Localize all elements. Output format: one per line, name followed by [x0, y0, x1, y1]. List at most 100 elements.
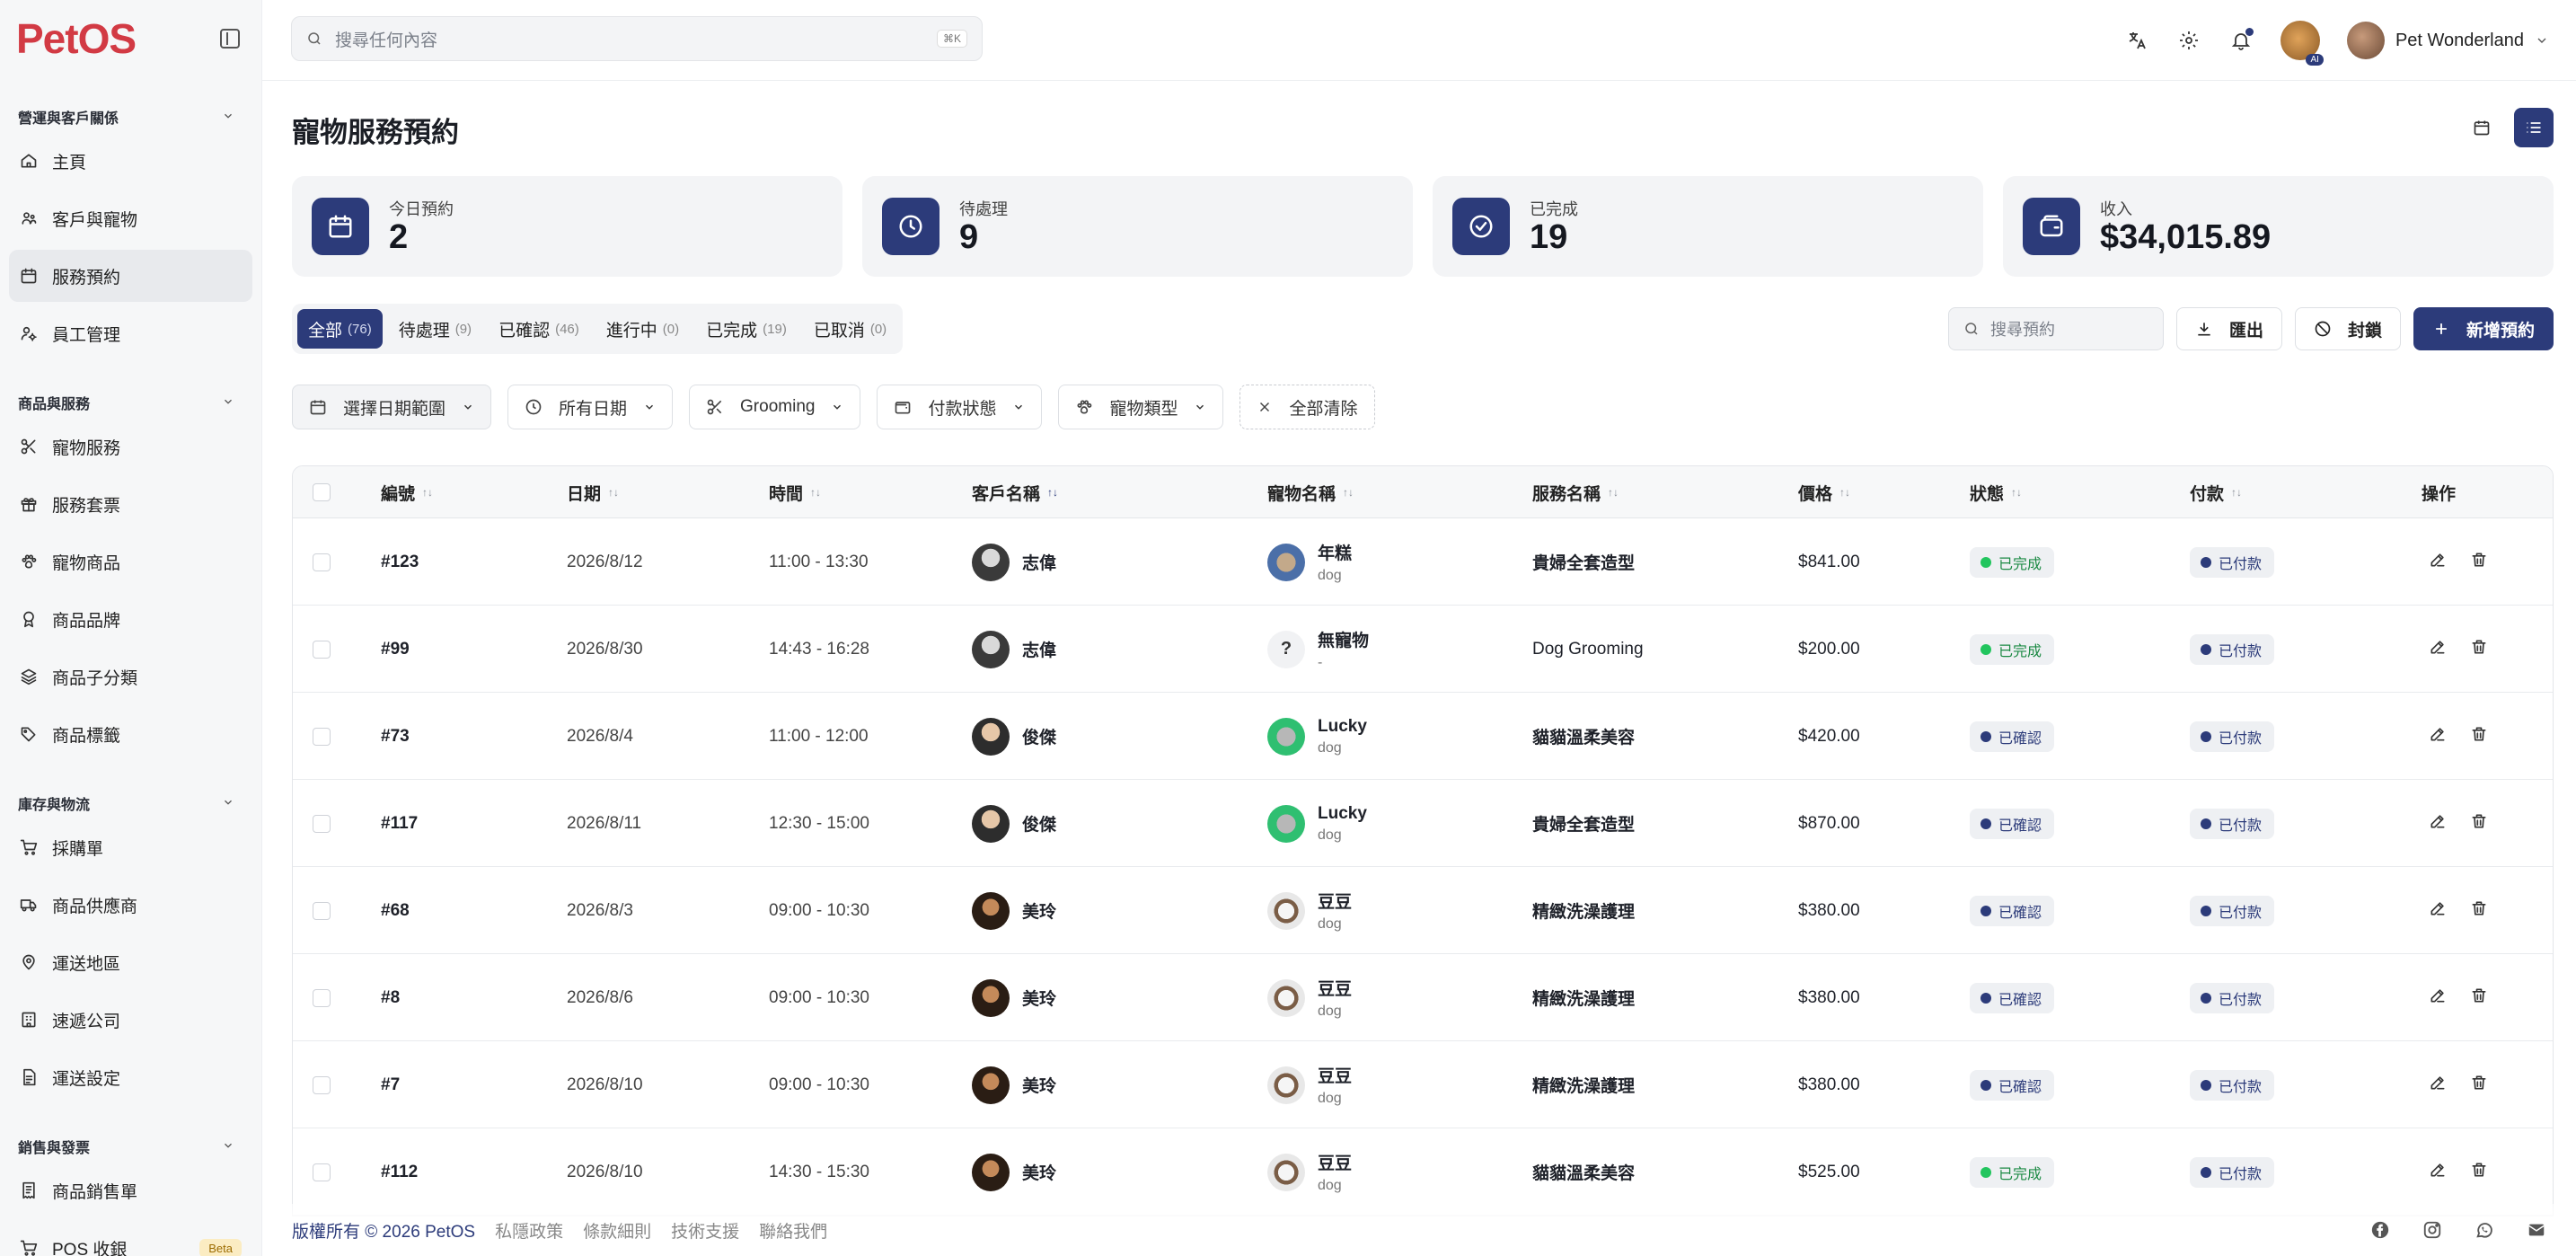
- customer-cell[interactable]: 美玲: [972, 1041, 1056, 1128]
- sidebar-item[interactable]: 寵物服務: [9, 420, 252, 473]
- payment-status-filter[interactable]: 付款狀態: [877, 385, 1043, 429]
- customer-cell[interactable]: 志偉: [972, 606, 1056, 693]
- sidebar-item[interactable]: 服務預約: [9, 250, 252, 302]
- pet-cell[interactable]: Lucky dog: [1267, 780, 1367, 867]
- col-header-status[interactable]: 狀態 ↑↓: [1970, 466, 2022, 518]
- pet-cell[interactable]: 年糕 dog: [1267, 518, 1352, 606]
- user-menu[interactable]: Pet Wonderland: [2346, 22, 2549, 59]
- sidebar-collapse-icon[interactable]: [220, 29, 240, 49]
- trash-icon[interactable]: [2470, 812, 2488, 836]
- edit-icon[interactable]: [2429, 899, 2447, 923]
- booking-id[interactable]: #7: [381, 1041, 400, 1128]
- service-filter[interactable]: Grooming: [689, 385, 861, 429]
- tab[interactable]: 待處理 (9): [388, 309, 482, 349]
- sidebar-item[interactable]: 運送設定: [9, 1051, 252, 1103]
- tab[interactable]: 全部 (76): [297, 309, 383, 349]
- gear-icon[interactable]: [2176, 28, 2201, 53]
- row-checkbox[interactable]: [313, 1128, 331, 1216]
- translate-icon[interactable]: [2124, 28, 2149, 53]
- customer-cell[interactable]: 美玲: [972, 867, 1056, 954]
- pet-cell[interactable]: 豆豆 dog: [1267, 1041, 1352, 1128]
- edit-icon[interactable]: [2429, 551, 2447, 574]
- pet-cell[interactable]: ? 無寵物 -: [1267, 606, 1369, 693]
- petos-logo[interactable]: PetOS: [16, 14, 137, 63]
- sidebar-item[interactable]: 商品品牌: [9, 593, 252, 645]
- block-button[interactable]: 封鎖: [2294, 307, 2401, 350]
- sidebar-item[interactable]: 採購單: [9, 821, 252, 873]
- row-checkbox[interactable]: [313, 606, 331, 693]
- global-search-input[interactable]: 搜尋任何內容 ⌘K: [291, 16, 983, 61]
- bell-icon[interactable]: [2228, 28, 2254, 53]
- edit-icon[interactable]: [2429, 1161, 2447, 1184]
- col-header-id[interactable]: 編號 ↑↓: [381, 466, 433, 518]
- row-checkbox[interactable]: [313, 954, 331, 1041]
- footer-link-contact[interactable]: 聯絡我們: [759, 1218, 827, 1243]
- sidebar-item[interactable]: 商品子分類: [9, 650, 252, 703]
- table-row[interactable]: #99 2026/8/30 14:43 - 16:28 志偉 ? 無寵物 - D…: [293, 606, 2553, 693]
- sidebar-item[interactable]: POS 收銀 Beta: [9, 1222, 252, 1256]
- ai-assistant-avatar[interactable]: AI: [2280, 21, 2324, 66]
- col-header-price[interactable]: 價格 ↑↓: [1798, 466, 1850, 518]
- edit-icon[interactable]: [2429, 986, 2447, 1010]
- edit-icon[interactable]: [2429, 1074, 2447, 1097]
- table-row[interactable]: #123 2026/8/12 11:00 - 13:30 志偉 年糕 dog 貴…: [293, 518, 2553, 606]
- sidebar-item[interactable]: 客戶與寵物: [9, 192, 252, 244]
- trash-icon[interactable]: [2470, 725, 2488, 748]
- tab[interactable]: 進行中 (0): [595, 309, 690, 349]
- footer-link-privacy[interactable]: 私隱政策: [495, 1218, 563, 1243]
- select-all-checkbox[interactable]: [313, 466, 331, 518]
- col-header-date[interactable]: 日期 ↑↓: [567, 466, 619, 518]
- row-checkbox[interactable]: [313, 693, 331, 780]
- pet-type-filter[interactable]: 寵物類型: [1058, 385, 1224, 429]
- pet-cell[interactable]: 豆豆 dog: [1267, 1128, 1352, 1216]
- customer-cell[interactable]: 美玲: [972, 1128, 1056, 1216]
- sidebar-item[interactable]: 員工管理: [9, 307, 252, 359]
- sidebar-item[interactable]: 主頁: [9, 135, 252, 187]
- row-checkbox[interactable]: [313, 867, 331, 954]
- booking-id[interactable]: #99: [381, 606, 410, 693]
- footer-link-support[interactable]: 技術支援: [671, 1218, 739, 1243]
- table-row[interactable]: #73 2026/8/4 11:00 - 12:00 俊傑 Lucky dog …: [293, 693, 2553, 780]
- row-checkbox[interactable]: [313, 780, 331, 867]
- sidebar-item[interactable]: 商品供應商: [9, 879, 252, 931]
- booking-id[interactable]: #123: [381, 518, 419, 606]
- table-row[interactable]: #7 2026/8/10 09:00 - 10:30 美玲 豆豆 dog 精緻洗…: [293, 1041, 2553, 1128]
- table-row[interactable]: #112 2026/8/10 14:30 - 15:30 美玲 豆豆 dog 貓…: [293, 1128, 2553, 1216]
- trash-icon[interactable]: [2470, 1074, 2488, 1097]
- trash-icon[interactable]: [2470, 551, 2488, 574]
- sidebar-item[interactable]: 速遞公司: [9, 994, 252, 1046]
- list-view-button[interactable]: [2514, 108, 2554, 147]
- tab[interactable]: 已完成 (19): [695, 309, 798, 349]
- facebook-icon[interactable]: [2370, 1220, 2390, 1240]
- trash-icon[interactable]: [2470, 986, 2488, 1010]
- new-booking-button[interactable]: 新增預約: [2413, 307, 2554, 350]
- tab[interactable]: 已取消 (0): [803, 309, 897, 349]
- trash-icon[interactable]: [2470, 899, 2488, 923]
- col-header-customer[interactable]: 客戶名稱 ↑↓: [972, 466, 1058, 518]
- calendar-view-button[interactable]: [2462, 108, 2501, 147]
- table-row[interactable]: #8 2026/8/6 09:00 - 10:30 美玲 豆豆 dog 精緻洗澡…: [293, 954, 2553, 1041]
- sidebar-item[interactable]: 服務套票: [9, 478, 252, 530]
- booking-id[interactable]: #112: [381, 1128, 418, 1216]
- customer-cell[interactable]: 志偉: [972, 518, 1056, 606]
- sidebar-section-3[interactable]: 銷售與發票: [0, 1134, 261, 1159]
- table-row[interactable]: #68 2026/8/3 09:00 - 10:30 美玲 豆豆 dog 精緻洗…: [293, 867, 2553, 954]
- sidebar-item[interactable]: 商品標籤: [9, 708, 252, 760]
- footer-link-terms[interactable]: 條款細則: [583, 1218, 651, 1243]
- sidebar-item[interactable]: 運送地區: [9, 936, 252, 988]
- customer-cell[interactable]: 俊傑: [972, 780, 1056, 867]
- table-row[interactable]: #117 2026/8/11 12:30 - 15:00 俊傑 Lucky do…: [293, 780, 2553, 867]
- sidebar-section-1[interactable]: 商品與服務: [0, 390, 261, 415]
- pet-cell[interactable]: 豆豆 dog: [1267, 954, 1352, 1041]
- all-dates-filter[interactable]: 所有日期: [507, 385, 674, 429]
- booking-id[interactable]: #8: [381, 954, 400, 1041]
- customer-cell[interactable]: 美玲: [972, 954, 1056, 1041]
- mail-icon[interactable]: [2527, 1220, 2546, 1240]
- col-header-time[interactable]: 時間 ↑↓: [769, 466, 821, 518]
- instagram-icon[interactable]: [2422, 1220, 2442, 1240]
- booking-id[interactable]: #117: [381, 780, 418, 867]
- sidebar-section-0[interactable]: 營運與客戶關係: [0, 104, 261, 129]
- sidebar-item[interactable]: 寵物商品: [9, 535, 252, 588]
- row-checkbox[interactable]: [313, 1041, 331, 1128]
- booking-search-input[interactable]: 搜尋預約: [1947, 307, 2164, 350]
